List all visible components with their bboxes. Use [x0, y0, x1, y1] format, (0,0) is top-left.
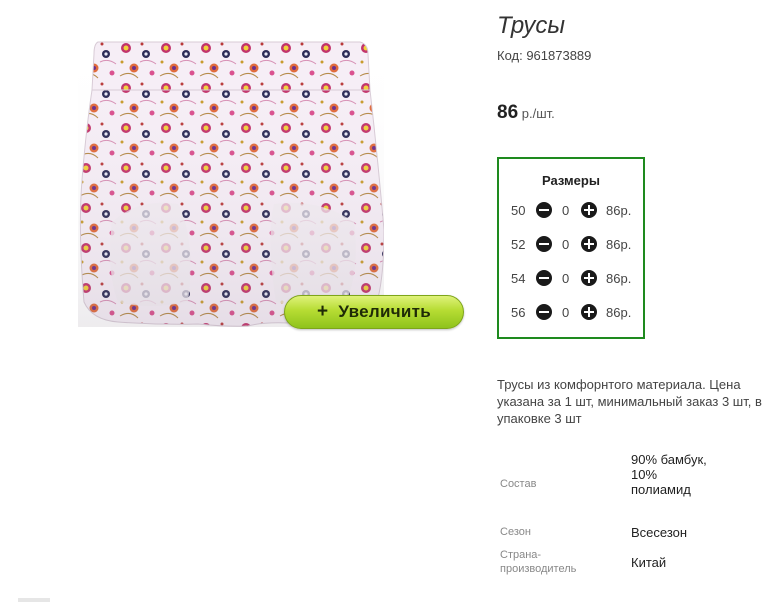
size-row: 50 0 86р. [499, 201, 643, 221]
size-label: 52 [511, 237, 526, 252]
minus-icon[interactable] [536, 270, 552, 286]
size-row: 56 0 86р. [499, 303, 643, 323]
sizes-title: Размеры [542, 173, 600, 188]
plus-icon[interactable] [581, 236, 597, 252]
size-price: 86р. [606, 203, 632, 218]
plus-icon[interactable] [581, 202, 597, 218]
quantity-value: 0 [562, 203, 570, 218]
size-label: 56 [511, 305, 526, 320]
size-price: 86р. [606, 271, 632, 286]
minus-icon[interactable] [536, 304, 552, 320]
product-price: 86 р./шт. [497, 102, 555, 124]
spec-label: Состав [500, 478, 537, 490]
divider [18, 598, 50, 602]
size-row: 52 0 86р. [499, 235, 643, 255]
product-description: Трусы из комфорнтого материала. Цена ука… [497, 377, 762, 426]
quantity-value: 0 [562, 271, 570, 286]
size-label: 54 [511, 271, 526, 286]
spec-label: Страна-производитель [500, 549, 577, 575]
spec-value: 90% бамбук, 10% полиамид [631, 452, 707, 497]
price-unit: р./шт. [521, 106, 555, 121]
price-amount: 86 [497, 102, 519, 123]
spec-value: Всесезон [631, 525, 688, 540]
briefs-illustration [78, 40, 385, 327]
plus-icon[interactable] [581, 304, 597, 320]
size-price: 86р. [606, 305, 632, 320]
size-price: 86р. [606, 237, 632, 252]
product-image[interactable] [78, 40, 385, 327]
minus-icon[interactable] [536, 202, 552, 218]
spec-value: Китай [631, 555, 667, 570]
product-title: Трусы [497, 12, 566, 39]
plus-icon[interactable] [581, 270, 597, 286]
size-row: 54 0 86р. [499, 269, 643, 289]
spec-label: Сезон [500, 526, 531, 538]
zoom-button[interactable]: + Увеличить [284, 295, 464, 329]
zoom-button-label: Увеличить [338, 302, 432, 321]
size-label: 50 [511, 203, 526, 218]
sizes-panel: Размеры 50 0 86р. 52 0 86р. 54 0 86р. 56… [497, 157, 645, 339]
quantity-value: 0 [562, 237, 570, 252]
plus-icon: + [316, 301, 329, 322]
quantity-value: 0 [562, 305, 570, 320]
product-code: Код: 961873889 [497, 48, 592, 63]
minus-icon[interactable] [536, 236, 552, 252]
